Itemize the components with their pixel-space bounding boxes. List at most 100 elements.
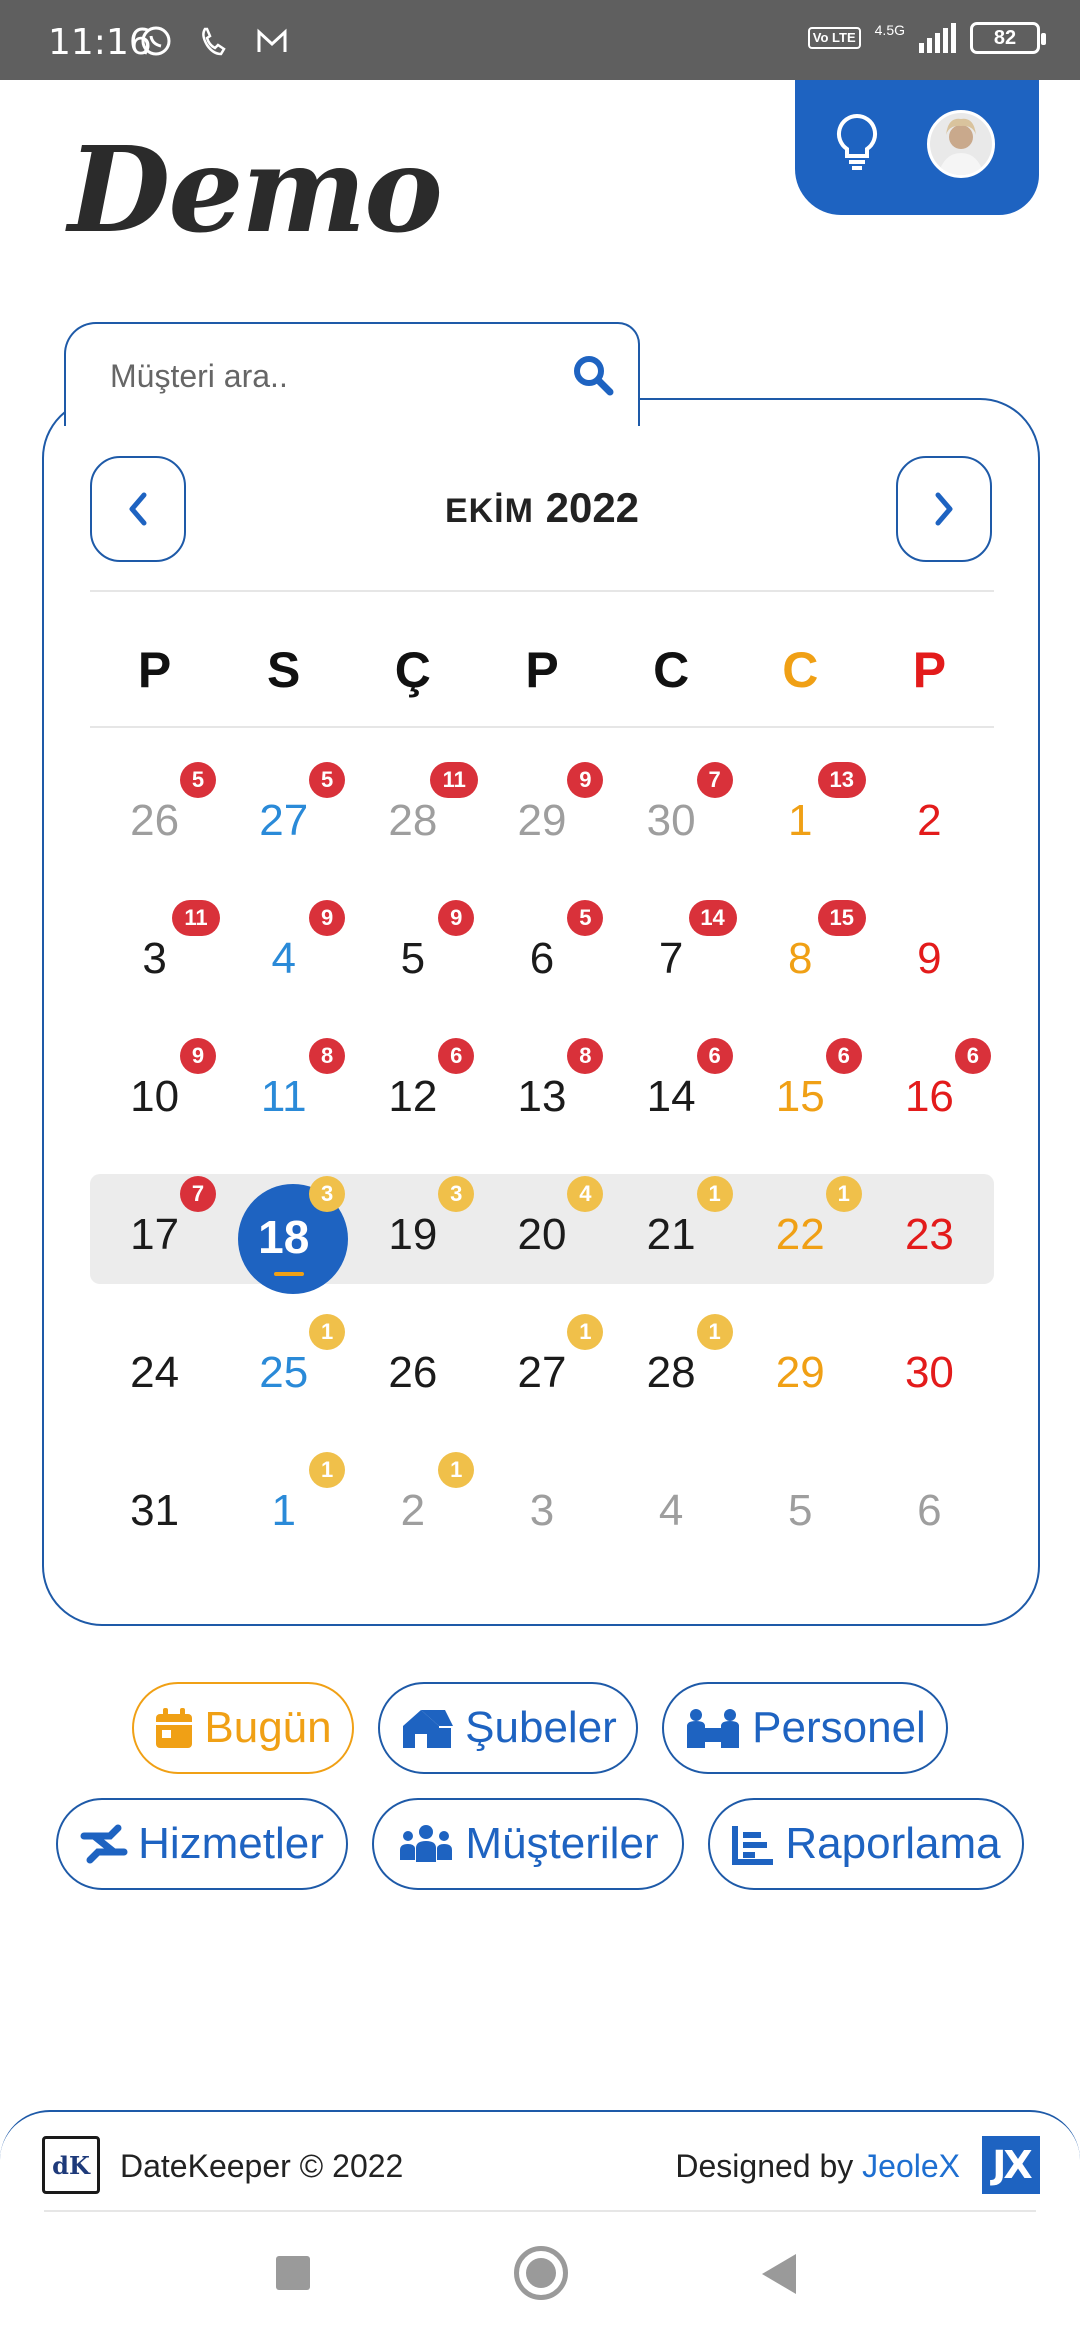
appointment-count-badge: 11: [430, 762, 479, 798]
store-icon: [403, 1710, 454, 1748]
day-cell[interactable]: 4: [607, 1420, 736, 1558]
day-cell[interactable]: 19 3: [348, 1144, 477, 1282]
services-button[interactable]: Hizmetler: [56, 1798, 348, 1890]
recents-button[interactable]: [276, 2256, 310, 2290]
jeolex-logo: JX: [982, 2136, 1040, 2194]
designed-by: Designed by JeoleX: [675, 2148, 960, 2185]
day-cell[interactable]: 22 1: [736, 1144, 865, 1282]
home-button[interactable]: [514, 2246, 568, 2300]
day-cell[interactable]: 26 5: [90, 730, 219, 868]
appointment-count-badge: 1: [438, 1452, 475, 1488]
weekday-header: PSÇPCCP: [90, 620, 994, 720]
day-number: 14: [646, 1072, 696, 1121]
volte-indicator: Vo LTE: [807, 27, 861, 49]
divider: [44, 2210, 1036, 2212]
day-cell[interactable]: 23: [865, 1144, 994, 1282]
appointment-count-badge: 1: [309, 1452, 346, 1488]
branches-button[interactable]: Şubeler: [378, 1682, 638, 1774]
next-month-button[interactable]: [896, 456, 992, 562]
system-navigation-bar: [0, 2220, 1080, 2340]
day-number: 16: [904, 1072, 954, 1121]
day-cell[interactable]: 14 6: [607, 1006, 736, 1144]
day-cell[interactable]: 15 6: [736, 1006, 865, 1144]
month-name: EKİM: [444, 492, 534, 530]
footer: dK DateKeeper © 2022 Designed by JeoleX …: [0, 2110, 1080, 2220]
back-button[interactable]: [762, 2254, 796, 2294]
day-cell[interactable]: 9: [865, 868, 994, 1006]
day-number: 4: [271, 934, 296, 983]
user-avatar[interactable]: [927, 110, 995, 178]
day-cell[interactable]: 20 4: [477, 1144, 606, 1282]
day-cell-today[interactable]: 18 3: [219, 1144, 349, 1294]
day-cell[interactable]: 3 11: [90, 868, 220, 1006]
appointment-count-badge: 3: [309, 1176, 346, 1212]
day-cell[interactable]: 28 11: [348, 730, 479, 868]
day-cell[interactable]: 5: [736, 1420, 865, 1558]
weekday-label: Ç: [394, 642, 431, 698]
day-cell[interactable]: 25 1: [219, 1282, 348, 1420]
day-number: 19: [388, 1210, 438, 1259]
day-number: 24: [130, 1348, 180, 1397]
week-row: 31 1 1 2 1 3 4 5 6: [90, 1420, 994, 1558]
users-icon: [400, 1825, 453, 1862]
day-cell[interactable]: 30 7: [607, 730, 736, 868]
day-number: 6: [529, 934, 555, 983]
day-number: 18: [258, 1211, 310, 1263]
staff-button[interactable]: Personel: [662, 1682, 948, 1774]
day-cell[interactable]: 17 7: [90, 1144, 219, 1282]
day-number: 15: [775, 1072, 825, 1121]
services-button-label: Hizmetler: [138, 1819, 324, 1868]
day-cell[interactable]: 30: [865, 1282, 994, 1420]
day-number: 22: [775, 1210, 825, 1259]
day-number: 5: [788, 1486, 813, 1535]
day-cell[interactable]: 59: [348, 868, 477, 1006]
battery-icon: 82: [970, 22, 1046, 54]
month-title: EKİM 2022: [44, 484, 1040, 532]
day-number: 3: [529, 1486, 555, 1535]
day-cell[interactable]: 16 6: [865, 1006, 994, 1144]
day-number: 21: [646, 1210, 696, 1259]
designer-link[interactable]: JeoleX: [862, 2148, 960, 2184]
day-cell[interactable]: 7 14: [607, 868, 737, 1006]
day-cell[interactable]: 6: [865, 1420, 994, 1558]
day-cell[interactable]: 28 1: [607, 1282, 736, 1420]
day-number: 8: [788, 934, 813, 983]
today-button[interactable]: Bugün: [132, 1682, 354, 1774]
day-cell[interactable]: 3: [477, 1420, 606, 1558]
divider: [90, 726, 994, 728]
day-cell[interactable]: 11: [219, 1420, 348, 1558]
day-cell[interactable]: 27 5: [219, 730, 348, 868]
day-number: 2: [400, 1486, 426, 1535]
day-cell[interactable]: 13 8: [477, 1006, 606, 1144]
search-input[interactable]: [110, 346, 530, 406]
staff-button-label: Personel: [752, 1703, 926, 1752]
day-cell[interactable]: 8 15: [736, 868, 866, 1006]
search-icon[interactable]: [570, 352, 616, 398]
day-cell[interactable]: 21 1: [607, 1144, 736, 1282]
reports-button[interactable]: Raporlama: [708, 1798, 1024, 1890]
gmail-icon: [254, 24, 290, 58]
day-cell[interactable]: 1 13: [736, 730, 866, 868]
day-cell[interactable]: 12 6: [348, 1006, 477, 1144]
day-cell[interactable]: 29: [736, 1282, 865, 1420]
day-cell[interactable]: 24: [90, 1282, 219, 1420]
day-cell[interactable]: 10 9: [90, 1006, 219, 1144]
weekday-label: P: [912, 642, 947, 698]
chevron-right-icon: [935, 492, 953, 526]
appointment-count-badge: 14: [688, 900, 737, 936]
day-cell[interactable]: 2: [865, 730, 994, 868]
datekeeper-logo: dK: [42, 2136, 100, 2194]
day-number: 7: [658, 934, 684, 983]
day-cell[interactable]: 65: [477, 868, 606, 1006]
day-cell[interactable]: 21: [348, 1420, 477, 1558]
system-icons: Vo LTE 4.5G 82: [807, 22, 1046, 54]
day-cell[interactable]: 27 1: [477, 1282, 606, 1420]
day-cell[interactable]: 11 8: [219, 1006, 348, 1144]
lightbulb-icon[interactable]: [831, 112, 883, 170]
day-cell[interactable]: 26: [348, 1282, 477, 1420]
customers-button[interactable]: Müşteriler: [372, 1798, 684, 1890]
day-cell[interactable]: 31: [90, 1420, 219, 1558]
day-cell[interactable]: 49: [219, 868, 348, 1006]
day-cell[interactable]: 29 9: [477, 730, 606, 868]
staff-icon: [687, 1709, 740, 1748]
